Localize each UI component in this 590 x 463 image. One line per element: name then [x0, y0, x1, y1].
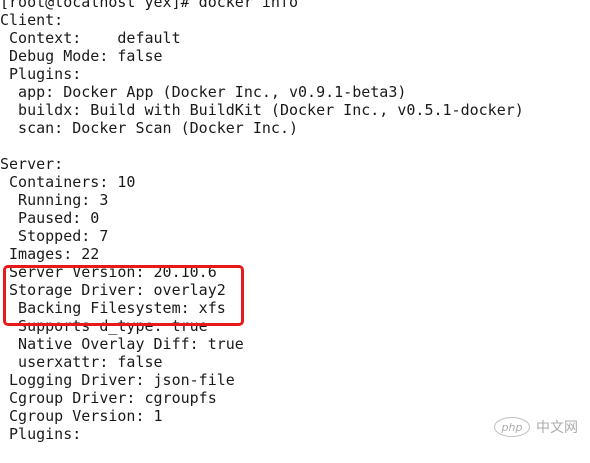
output-line: Native Overlay Diff: true — [0, 335, 244, 353]
output-line: Context: default — [0, 29, 181, 47]
terminal-output: [root@localhost yex]# docker info Client… — [0, 0, 590, 463]
output-line: app: Docker App (Docker Inc., v0.9.1-bet… — [0, 83, 407, 101]
output-line: Plugins: — [0, 425, 82, 443]
output-line: Plugins: — [0, 65, 82, 83]
output-line: Running: 3 — [0, 191, 109, 209]
output-line: Containers: 10 — [0, 173, 136, 191]
output-line: Logging Driver: json-file — [0, 371, 235, 389]
output-line: Cgroup Version: 1 — [0, 407, 163, 425]
output-line: Server: — [0, 155, 64, 173]
output-line: Debug Mode: false — [0, 47, 163, 65]
output-line: Stopped: 7 — [0, 227, 109, 245]
php-logo-icon: php — [494, 417, 530, 437]
output-line: Paused: 0 — [0, 209, 100, 227]
output-line: Client: — [0, 11, 64, 29]
output-line: buildx: Build with BuildKit (Docker Inc.… — [0, 101, 524, 119]
watermark-text: 中文网 — [536, 420, 578, 436]
command-prompt-line: [root@localhost yex]# docker info — [0, 0, 299, 11]
output-line: Images: 22 — [0, 245, 100, 263]
output-line: Cgroup Driver: cgroupfs — [0, 389, 217, 407]
output-line: userxattr: false — [0, 353, 163, 371]
output-line: scan: Docker Scan (Docker Inc.) — [0, 119, 299, 137]
watermark: php 中文网 — [494, 417, 578, 437]
highlight-box — [3, 265, 244, 326]
